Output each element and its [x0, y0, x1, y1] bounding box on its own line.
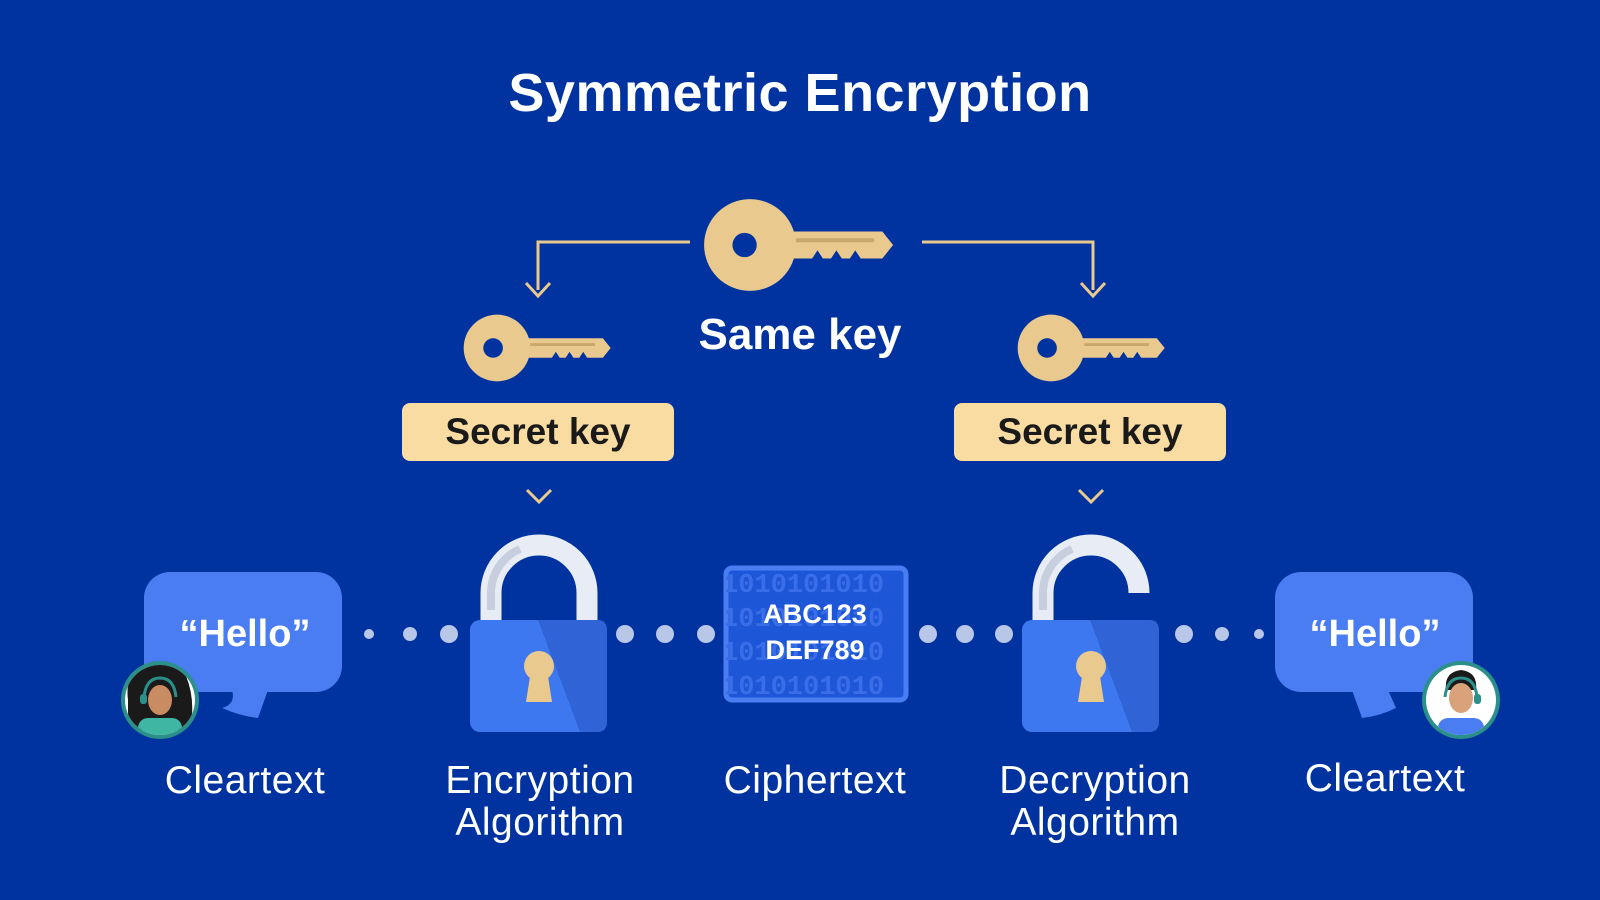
chevron-down-icon	[1077, 488, 1105, 505]
left-key-icon	[463, 314, 611, 382]
stage-label-ciphertext: Ciphertext	[723, 759, 907, 802]
cipher-binary-row: 1010101010	[722, 571, 884, 601]
main-key-icon	[704, 199, 894, 291]
same-key-label: Same key	[698, 310, 902, 359]
ciphertext-line: ABC123	[763, 599, 867, 629]
secret-key-badge-right: Secret key	[954, 403, 1226, 461]
padlock-closed-icon	[470, 534, 607, 732]
man-with-headset-avatar	[1422, 661, 1500, 739]
stage-label-decryption-algorithm: Decryption Algorithm	[999, 759, 1191, 844]
bubble-left-text: “Hello”	[179, 613, 311, 655]
page-title: Symmetric Encryption	[508, 63, 1092, 123]
stage-label-encryption-algorithm: Encryption Algorithm	[445, 759, 635, 844]
chevron-down-icon	[525, 488, 553, 505]
bubble-right-text: “Hello”	[1309, 613, 1441, 655]
ciphertext-line: DEF789	[765, 635, 865, 665]
secret-key-badge-left: Secret key	[402, 403, 674, 461]
stage-label-cleartext-right: Cleartext	[1304, 757, 1466, 800]
woman-with-headset-avatar	[121, 661, 199, 739]
diagram-canvas: 1010101010 1010101010 1010101010 1010101…	[0, 0, 1600, 900]
cipher-binary-row: 1010101010	[722, 673, 884, 703]
stage-label-cleartext-left: Cleartext	[164, 759, 326, 802]
right-key-icon	[1017, 314, 1165, 382]
padlock-open-icon	[1022, 534, 1159, 732]
